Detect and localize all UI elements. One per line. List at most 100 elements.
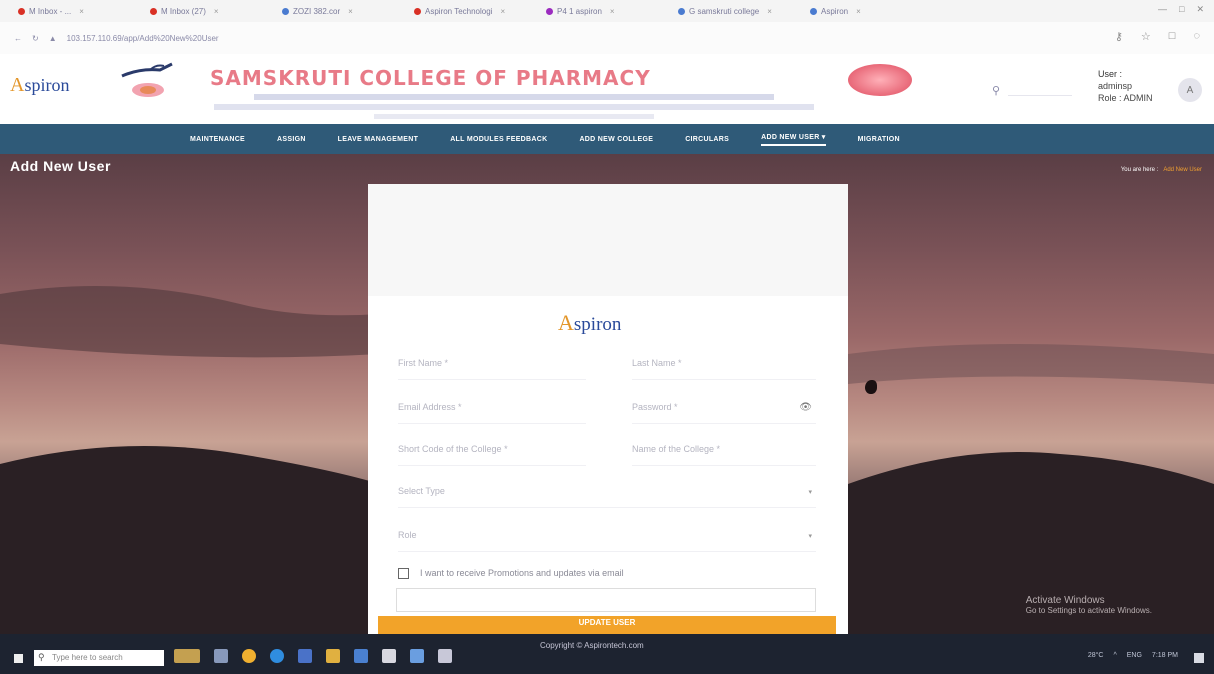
college-code-field[interactable]: Short Code of the College * [398, 438, 586, 466]
browser-tab[interactable]: P4 1 aspiron × [540, 3, 672, 19]
nav-item[interactable]: LEAVE MANAGEMENT [338, 136, 419, 143]
address-bar-actions: ⚷ ☆ □ ◌ [1115, 30, 1200, 43]
tab-favicon-icon [414, 7, 421, 15]
app-icon[interactable] [382, 649, 396, 663]
edge-icon[interactable] [270, 649, 284, 663]
nav-item[interactable]: ASSIGN [277, 136, 306, 143]
folder-icon[interactable] [326, 649, 340, 663]
calendar-icon[interactable] [438, 649, 452, 663]
tab-favicon-icon [18, 7, 25, 15]
tab-close-icon[interactable]: × [610, 7, 615, 16]
college-code-placeholder: Short Code of the College * [398, 444, 508, 454]
role-label: Role : ADMIN [1098, 93, 1153, 103]
maximize-button[interactable]: □ [1179, 4, 1184, 15]
nav-item[interactable]: CIRCULARS [685, 136, 729, 143]
email-placeholder: Email Address * [398, 402, 462, 412]
avatar[interactable]: A [1178, 78, 1202, 102]
breadcrumb-home[interactable]: You are here : [1121, 167, 1158, 173]
tab-label: M Inbox - ... [29, 6, 72, 16]
browser-tab[interactable]: G samskruti college × [672, 3, 804, 19]
type-select[interactable]: Select Type ▾ [398, 480, 816, 508]
promotions-checkbox[interactable] [398, 568, 409, 579]
tray-item[interactable]: 28°C [1088, 652, 1104, 659]
breadcrumb: You are here : Add New User [1121, 167, 1202, 173]
tab-close-icon[interactable]: × [856, 7, 861, 16]
search-icon[interactable]: ⚲ [992, 84, 1000, 97]
tab-close-icon[interactable]: × [348, 7, 353, 16]
add-user-form: Aspiron First Name * Last Name * Email A… [368, 184, 848, 634]
url-field[interactable]: 103.157.110.69/app/Add%20New%20User [67, 34, 219, 43]
captcha-box[interactable] [396, 588, 816, 612]
tab-favicon-icon [150, 7, 157, 15]
teams-icon[interactable] [410, 649, 424, 663]
mail-icon[interactable] [298, 649, 312, 663]
college-name: SAMSKRUTI COLLEGE OF PHARMACY [210, 66, 651, 90]
taskbar-search[interactable]: ⚲ Type here to search [34, 650, 164, 666]
tab-close-icon[interactable]: × [79, 7, 84, 16]
first-name-placeholder: First Name * [398, 358, 449, 368]
first-name-field[interactable]: First Name * [398, 352, 586, 380]
form-banner [368, 184, 848, 296]
nav-item[interactable]: ADD NEW COLLEGE [579, 136, 653, 143]
browser-tab[interactable]: Aspiron Technologi × [408, 3, 540, 19]
password-field[interactable]: Password * 👁 [632, 396, 816, 424]
tab-label: Aspiron [821, 6, 849, 16]
tab-label: M Inbox (27) [161, 6, 206, 16]
notification-icon[interactable] [1194, 653, 1204, 663]
update-user-button[interactable]: UPDATE USER [378, 616, 836, 634]
taskbar-search-placeholder: Type here to search [52, 653, 123, 662]
browser-tab[interactable]: Aspiron × [804, 3, 936, 19]
search-icon: ⚲ [38, 652, 45, 662]
role-select[interactable]: Role ▾ [398, 524, 816, 552]
browser-tab[interactable]: ZOZI 382.cor × [276, 3, 408, 19]
store-icon[interactable] [354, 649, 368, 663]
tab-label: G samskruti college [689, 6, 760, 16]
college-name-field[interactable]: Name of the College * [632, 438, 816, 466]
browser-tab[interactable]: M Inbox - ... × [12, 3, 144, 19]
nav-item[interactable]: ADD NEW USER ▾ [761, 133, 826, 146]
screen: M Inbox - ... × M Inbox (27) × ZOZI 382.cor ×… [0, 0, 1214, 674]
nav-item[interactable]: MAINTENANCE [190, 136, 245, 143]
tab-close-icon[interactable]: × [214, 7, 219, 16]
browser-tab-bar: M Inbox - ... × M Inbox (27) × ZOZI 382.cor ×… [0, 0, 1214, 22]
user-value: adminsp [1098, 81, 1133, 91]
window-controls: — □ ✕ [1158, 4, 1204, 15]
copyright: Copyright © Aspirontech.com [540, 641, 644, 650]
minimize-button[interactable]: — [1158, 4, 1167, 15]
eye-icon[interactable]: 👁 [799, 402, 812, 413]
task-view-icon[interactable] [214, 649, 228, 663]
bird-silhouette [865, 380, 877, 394]
last-name-field[interactable]: Last Name * [632, 352, 816, 380]
weather-icon[interactable] [174, 649, 200, 663]
tab-close-icon[interactable]: × [500, 7, 505, 16]
key-icon[interactable]: ⚷ [1115, 30, 1123, 43]
close-button[interactable]: ✕ [1196, 4, 1204, 15]
tab-label: Aspiron Technologi [425, 6, 493, 16]
last-name-placeholder: Last Name * [632, 358, 682, 368]
email-field[interactable]: Email Address * [398, 396, 586, 424]
chrome-icon[interactable] [242, 649, 256, 663]
back-icon[interactable]: ← [14, 34, 22, 43]
nav-item[interactable]: MIGRATION [858, 136, 900, 143]
browser-tab[interactable]: M Inbox (27) × [144, 3, 276, 19]
profile-icon[interactable]: ◌ [1193, 30, 1200, 43]
star-icon[interactable]: ☆ [1141, 30, 1151, 43]
promotions-label: I want to receive Promotions and updates… [420, 568, 624, 578]
tab-label: ZOZI 382.cor [293, 6, 341, 16]
windows-start-icon[interactable] [14, 654, 23, 663]
form-logo-letter: A [558, 310, 574, 335]
form-logo-text: spiron [573, 314, 622, 335]
tray-item[interactable]: ENG [1127, 652, 1142, 659]
reload-icon[interactable]: ↻ [32, 34, 39, 43]
tray-item[interactable]: 7:18 PM [1152, 652, 1178, 659]
user-info: User : adminsp Role : ADMIN [1098, 68, 1153, 104]
extensions-icon[interactable]: □ [1169, 30, 1176, 43]
tab-close-icon[interactable]: × [767, 7, 772, 16]
tab-favicon-icon [810, 7, 817, 15]
search-input[interactable] [1008, 82, 1072, 96]
tab-label: P4 1 aspiron [557, 6, 602, 16]
nav-item[interactable]: ALL MODULES FEEDBACK [450, 136, 547, 143]
aspiron-logo[interactable]: Aspiron [10, 74, 69, 97]
college-subtitle [214, 92, 814, 119]
tray-item[interactable]: ^ [1113, 652, 1116, 659]
